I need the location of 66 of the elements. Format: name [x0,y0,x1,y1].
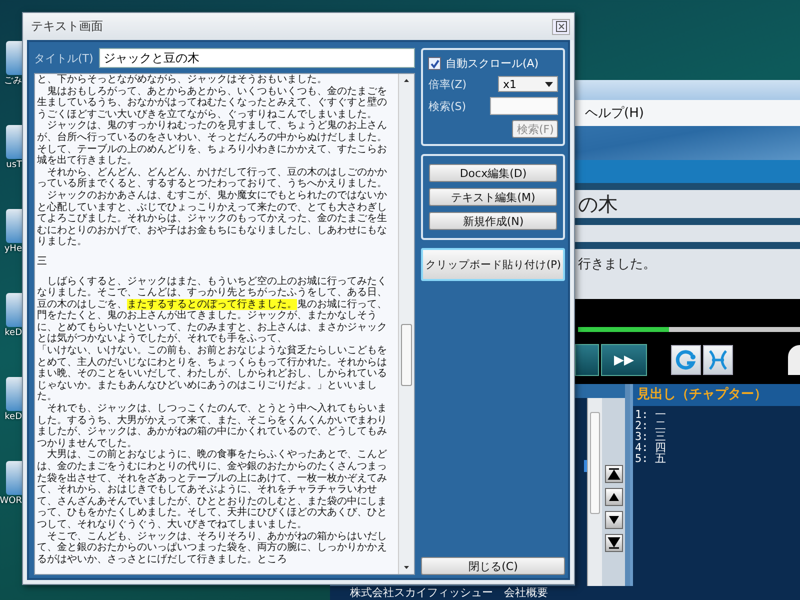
chapter-item[interactable]: 5: 五 [635,453,798,464]
icon-label[interactable]: WOR [0,495,22,508]
icon-label[interactable]: ごみ [4,75,22,88]
paragraph: それから、どんどん、どんどん、かけだして行って、豆の木のはしごのかかっている所までくると、するするとつたわっておりて、うちへかえりました。 [37,166,388,190]
paragraph: 「いけない、いけない。この前も、お前とおなじような貧乏たらしいこどもをとめて、主人のだいじなにわとりを、ちょっくらもって行かれた。それからはまい晩、そのことをいいだして、わたしが、しかられどおし、しかられているじゃないか。またもあんなひどいめにあうのはこりごりだよ。」といいました。 [37,345,388,402]
bar-triangle-icon [606,467,620,481]
paragraph: 鬼はおもしろがって、あとからあとから、いくつもいくつも、金のたまごを生ましているうち、おなかがはってねむたくなったとみえて、ぐすぐすと壁のうごくほどすごい大いびきを立てながら、ぐっすりねこんでしまいました。 [37,86,388,120]
app-icon[interactable] [6,293,22,327]
move-top-button[interactable] [604,465,622,483]
zoom-dropdown[interactable]: x1 [498,76,558,92]
icon-label[interactable]: keD [4,327,22,340]
zoom-label: 倍率(Z) [428,76,467,92]
title-label: タイトル(T) [34,50,94,66]
caret-icon [545,82,553,86]
paragraph: それでも、ジャックは、しつっこくたのんで、とうとう中へ入れてもらいました。するうち、大男がかえって来て、また、そこらをくんくんかいでまわりましたが、ジャックは、あかがねの箱の中にかくれているので、どうしてもみつかりませんでした。 [37,403,388,449]
window-title: テキスト画面 [31,18,103,35]
app-icon[interactable] [6,41,22,75]
paragraph: しばらくすると、ジャックはまた、もういちど空の上のお城に行ってみたくなりました。そこで、こんどは、すっかり先とちがったふうをして、ある日、豆の木のはしごを、またするするとのぼって行きました。鬼のお城に行って、門をたたくと、鬼のお上さんが出てきました。ジャックが、またかなしそうに、とめてもらいたいといって、たのみますと、お上さんは、まさかジャックとは気がつかないようでしたが、それでも手をふって、 [37,276,388,344]
circular-arrow-button[interactable] [671,345,701,375]
crossed-curves-button[interactable] [703,345,733,375]
bar-triangle-icon [606,536,620,550]
scrollbar[interactable] [398,74,414,574]
title-input[interactable]: ジャックと豆の木 [99,48,416,68]
move-down-button[interactable] [604,511,622,529]
search-field[interactable] [490,97,558,115]
app-icon[interactable] [6,377,22,411]
app-icon[interactable] [6,125,22,159]
auto-scroll-checkbox[interactable]: 自動スクロール(A) [428,56,558,71]
menu-item[interactable]: ヘルプ(H) [585,104,644,122]
chapter-item[interactable]: 2: 二 [635,420,798,431]
move-bottom-button[interactable] [604,534,622,552]
player-button[interactable] [575,344,599,376]
icon-label[interactable]: usT [6,159,22,172]
text-area[interactable] [34,73,416,575]
search-label: 検索(S) [428,98,466,114]
footer-link[interactable]: 株式会社スカイフィッシュー 会社概要 [350,586,548,599]
swoosh-decoration [788,345,800,375]
chapter-item[interactable]: 4: 四 [635,442,798,453]
paragraph: 大男は、この前とおなじように、晩の食事をたらふくやったあとで、こんどは、金のたまごをうむにわとりの代りに、金や銀のおたからのたくさんつまった袋を出させて、それをざあっとテーブルの上にあけて、一枚一枚かぞえてみて、それから、おはじきでもしてあそぶように、それをチャラチャラいわせて、さんざんあそんでいましたが、ひととおりたのしむと、また袋の中にしまって、ひもをかたくしめました。そして、天井にひびくほどの大あくび、ひとつして、それなりぐうぐう、大いびきでねてしまいました。 [37,449,388,531]
paragraph: ジャックは、鬼のすっかりねむったのを見すまして、ちょうど鬼のお上さんが、台所へ行っているのをさいわい、そっとだんろの中からぬけだしました。そして、テーブルの上のめんどりを、ちょろり小わきにかかえて、すたこらお城を出て行きました。 [37,120,388,166]
close-button[interactable]: 閉じる(C) [421,557,565,575]
fast-forward-button[interactable]: ▶▶ [601,344,647,376]
move-up-button[interactable] [604,488,622,506]
list-item-highlight [584,460,587,472]
paste-button[interactable]: クリップボード貼り付け(P) [421,248,565,281]
edit-button[interactable]: テキスト編集(M) [429,188,557,206]
chapter-item[interactable]: 3: 三 [635,431,798,442]
panel-title: 見出し（チャプター） [633,384,800,406]
app-icon[interactable] [6,461,22,495]
scrollbar-thumb[interactable] [401,324,412,386]
edit-button[interactable]: 新規作成(N) [429,212,557,230]
scrollbar[interactable] [587,398,602,586]
checkmark-icon [430,58,440,68]
icon-label[interactable]: yHe [4,243,22,256]
paragraph: 三 [37,256,48,268]
text-line: 行きました。 [578,257,656,272]
title-text: の木 [578,192,618,216]
paragraph: と、下からそっとながめながら、ジャックはそうおもいました。 [37,74,328,86]
paragraph: そこで、こんども、ジャックは、そろりそろり、あかがねの箱からはいだして、金と銀のおたからのいっぱいつまった袋を、両方の腕に、しっかりかかえるがはやいか、さっさとにげだして行きました。ところ [37,530,388,566]
paragraph: ジャックのおかあさんは、むすこが、鬼か魔女にでもとられたのではないかと心配していますと、ぶじでひょっこりかえって来たので、とても大さわぎしてよろこびました。それからは、ジャックのもってかえった、金のたまごを生むにわとりのおかげで、おや子はお金もちにもなりましたし、しあわせにもなりました。 [37,190,388,248]
edit-button[interactable]: Docx編集(D) [429,164,557,182]
panel-header [575,384,625,398]
app-icon[interactable] [6,209,22,243]
icon-label[interactable]: keD [4,411,22,424]
close-icon[interactable] [552,18,570,34]
chapter-item[interactable]: 1: 一 [635,409,798,420]
